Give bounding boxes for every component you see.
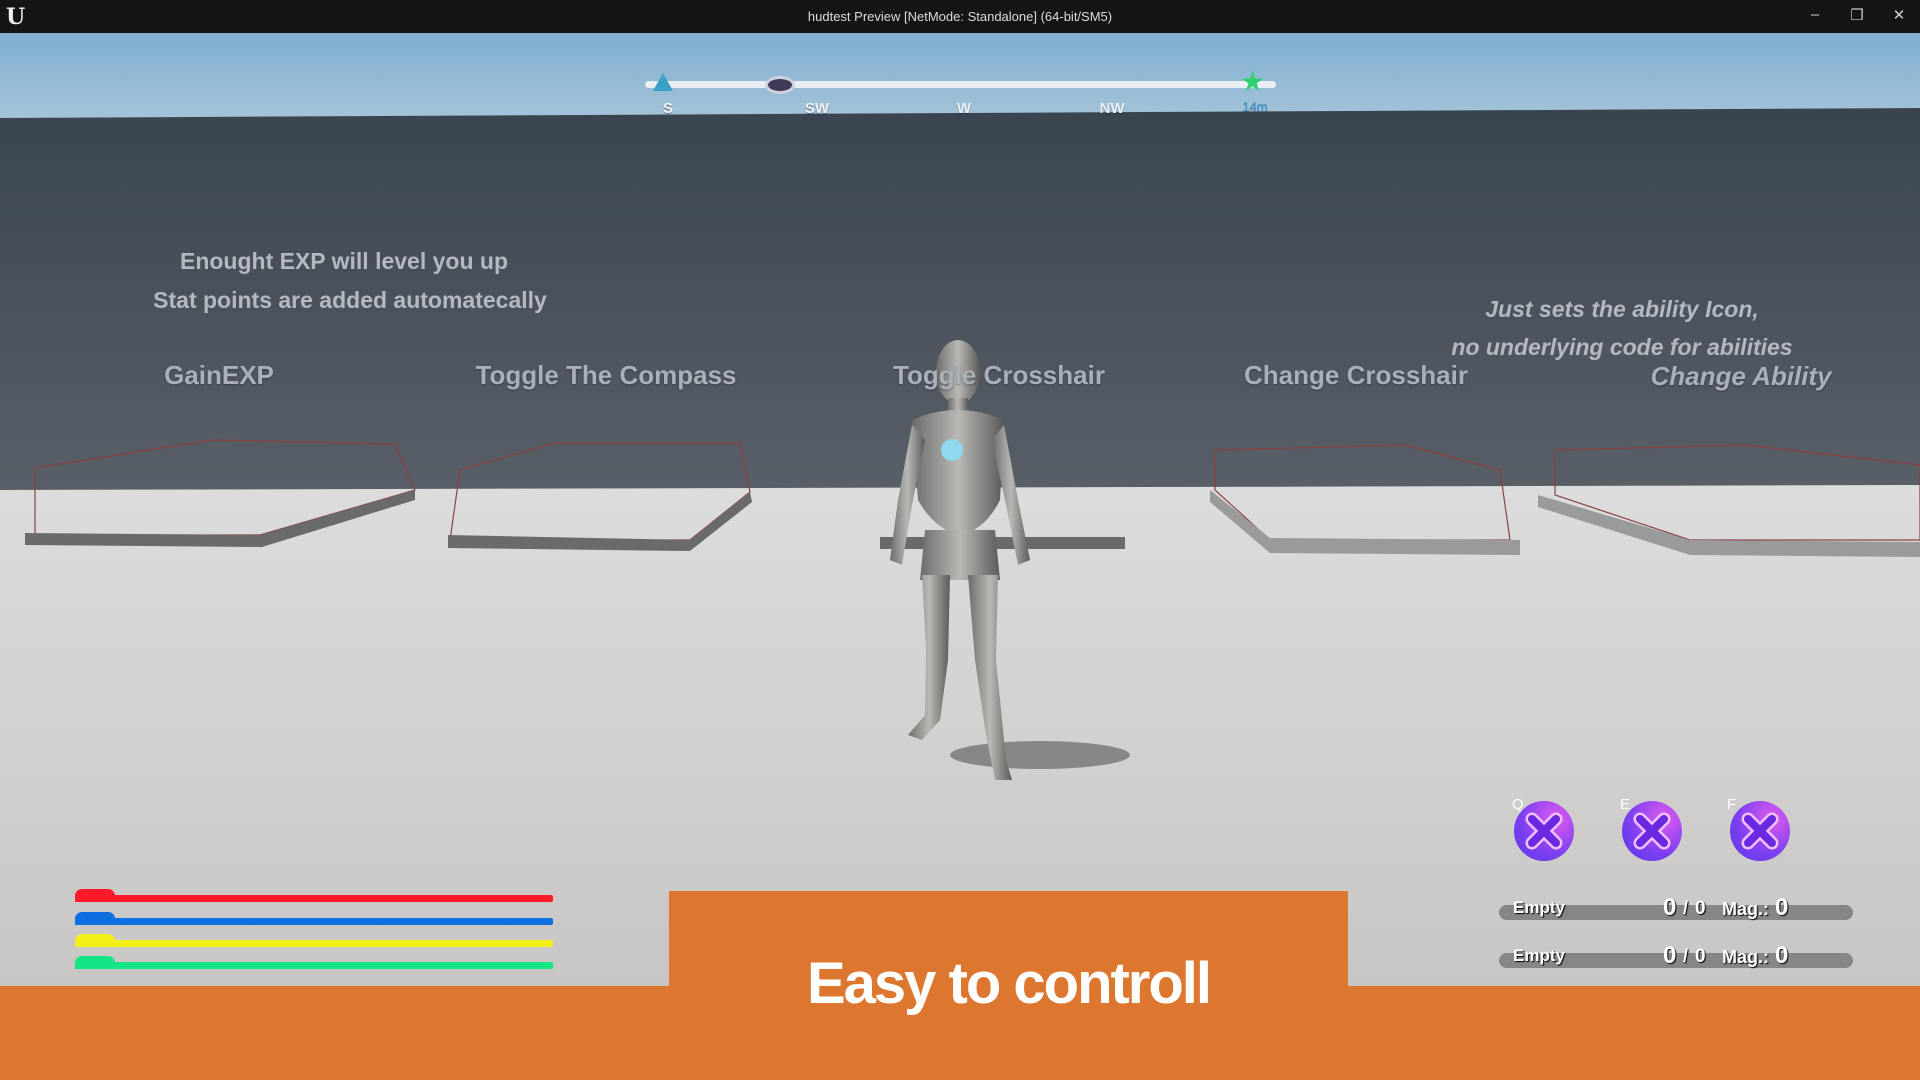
health-bar — [75, 889, 553, 902]
exp-note-line1: Enought EXP will level you up — [179, 248, 509, 274]
mag-label: Mag.: — [1722, 899, 1769, 919]
compass — [645, 81, 1276, 88]
compass-label: NW — [1099, 100, 1125, 117]
sign-toggle-crosshair: Toggle Crosshair — [893, 360, 1105, 390]
exp-note-line2: Stat points are added automatecally — [153, 287, 547, 313]
ability-slot-f[interactable] — [1730, 801, 1790, 861]
marker-distance: 14m — [1242, 99, 1268, 114]
exp-bar — [75, 956, 553, 969]
mag-count: 0 — [1775, 942, 1789, 969]
objective-triangle-icon — [653, 73, 673, 91]
x-icon — [1633, 812, 1671, 850]
window-titlebar: U hudtest Preview [NetMode: Standalone] … — [0, 0, 1920, 33]
character-shadow — [950, 741, 1130, 769]
weapon-reserve: 0 — [1695, 898, 1706, 919]
sign-toggle-compass: Toggle The Compass — [475, 360, 737, 390]
ability-slot-q[interactable] — [1514, 801, 1574, 861]
weapon-ammo: 0 — [1663, 894, 1677, 921]
sign-change-crosshair: Change Crosshair — [1244, 360, 1468, 390]
mana-bar — [75, 912, 553, 925]
mag-label: Mag.: — [1722, 947, 1769, 967]
weapon-ammo: 0 — [1663, 942, 1677, 969]
weapon-name: Empty — [1513, 898, 1565, 917]
stamina-bar — [75, 934, 553, 947]
eye-icon — [765, 76, 795, 94]
star-icon: ★ — [1240, 66, 1266, 97]
ability-note-line1: Just sets the ability Icon, — [1485, 296, 1759, 322]
restore-button[interactable]: ❐ — [1842, 6, 1872, 24]
x-icon — [1741, 812, 1779, 850]
window-title: hudtest Preview [NetMode: Standalone] (6… — [807, 9, 1113, 24]
ability-slot-e[interactable] — [1622, 801, 1682, 861]
ability-note-line2: no underlying code for abilities — [1451, 334, 1793, 360]
compass-label: SW — [804, 100, 830, 117]
weapon-name: Empty — [1513, 946, 1565, 965]
close-button[interactable]: ✕ — [1884, 6, 1914, 24]
sign-change-ability: Change Ability — [1650, 361, 1832, 391]
compass-label: S — [662, 100, 674, 117]
compass-label: W — [956, 100, 972, 117]
banner-text: Easy to controll — [806, 951, 1212, 1016]
weapon-reserve: 0 — [1695, 946, 1706, 967]
sign-gain-exp: GainEXP — [164, 360, 274, 390]
x-icon — [1525, 812, 1563, 850]
mag-count: 0 — [1775, 894, 1789, 921]
minimize-button[interactable]: – — [1800, 6, 1830, 23]
